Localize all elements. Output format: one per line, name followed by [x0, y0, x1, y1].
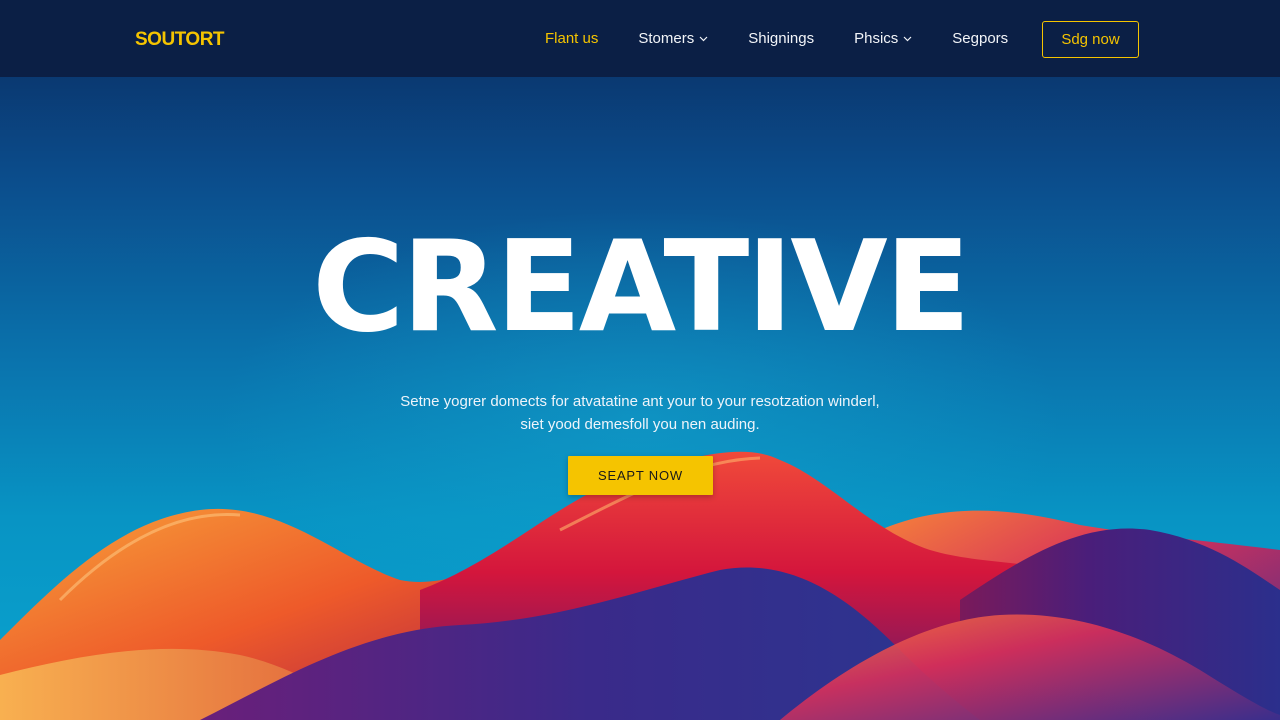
nav-item-segpors[interactable]: Segpors — [952, 30, 1008, 47]
hero-subtitle: Setne yogrer domects for atvatatine ant … — [340, 390, 940, 436]
hero-subtitle-line-1: Setne yogrer domects for atvatatine ant … — [400, 393, 880, 410]
hero-title: CREATIVE — [312, 213, 971, 360]
hero-subtitle-line-2: siet yood demesfoll you nen auding. — [520, 416, 760, 433]
nav-item-phsics[interactable]: Phsics — [854, 30, 912, 47]
nav-item-shignings[interactable]: Shignings — [748, 30, 814, 47]
nav-item-label: Flant us — [545, 30, 599, 47]
start-now-button[interactable]: SEAPT NOW — [568, 456, 713, 495]
nav-item-label: Segpors — [952, 30, 1009, 47]
signup-button[interactable]: Sdg now — [1042, 21, 1139, 58]
nav-item-flant-us[interactable]: Flant us — [545, 30, 598, 47]
nav-item-label: Phsics — [854, 30, 899, 47]
chevron-down-icon — [699, 34, 708, 43]
nav-item-label: Shignings — [748, 30, 815, 47]
top-navbar: SOUTORT Flant us Stomers Shignings Phsic… — [0, 0, 1280, 77]
main-nav: Flant us Stomers Shignings Phsics Segpor… — [545, 0, 1048, 77]
chevron-down-icon — [903, 34, 912, 43]
nav-item-label: Stomers — [638, 30, 695, 47]
nav-item-stomers[interactable]: Stomers — [638, 30, 708, 47]
brand-logo[interactable]: SOUTORT — [135, 29, 225, 51]
